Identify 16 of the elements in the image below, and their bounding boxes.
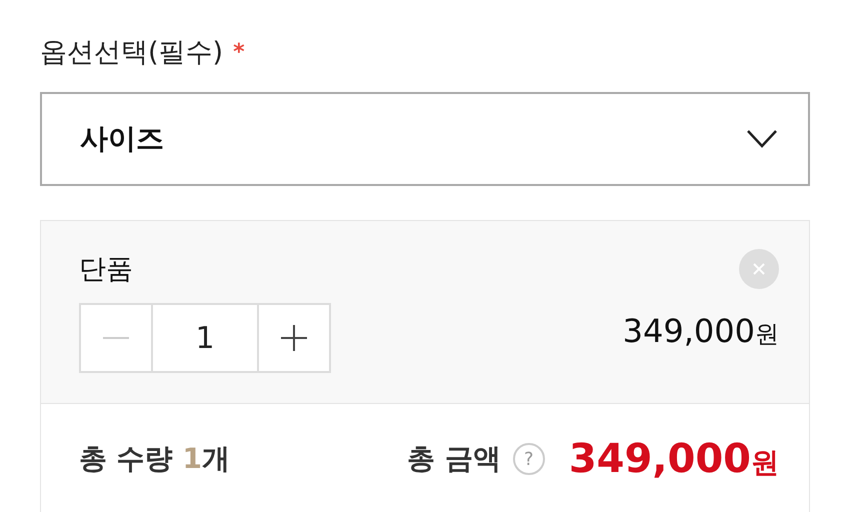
minus-icon xyxy=(103,336,129,340)
total-price: 349,000원 xyxy=(568,436,779,482)
option-label: 옵션선택(필수) xyxy=(40,36,224,70)
item-name: 단품 xyxy=(79,253,133,287)
plus-icon xyxy=(281,325,307,351)
close-icon xyxy=(751,261,767,277)
size-select[interactable]: 사이즈 xyxy=(40,92,810,186)
minus-button[interactable] xyxy=(79,303,153,373)
item-price: 349,000원 xyxy=(622,312,779,350)
close-button[interactable] xyxy=(739,249,779,289)
quantity-field[interactable]: 1 xyxy=(153,303,257,373)
required-mark: * xyxy=(233,40,245,64)
chevron-icon xyxy=(746,129,778,149)
plus-button[interactable] xyxy=(257,303,331,373)
total-label: 총 금액 xyxy=(407,441,501,477)
total-quantity: 총 수량 1개 xyxy=(79,441,230,477)
